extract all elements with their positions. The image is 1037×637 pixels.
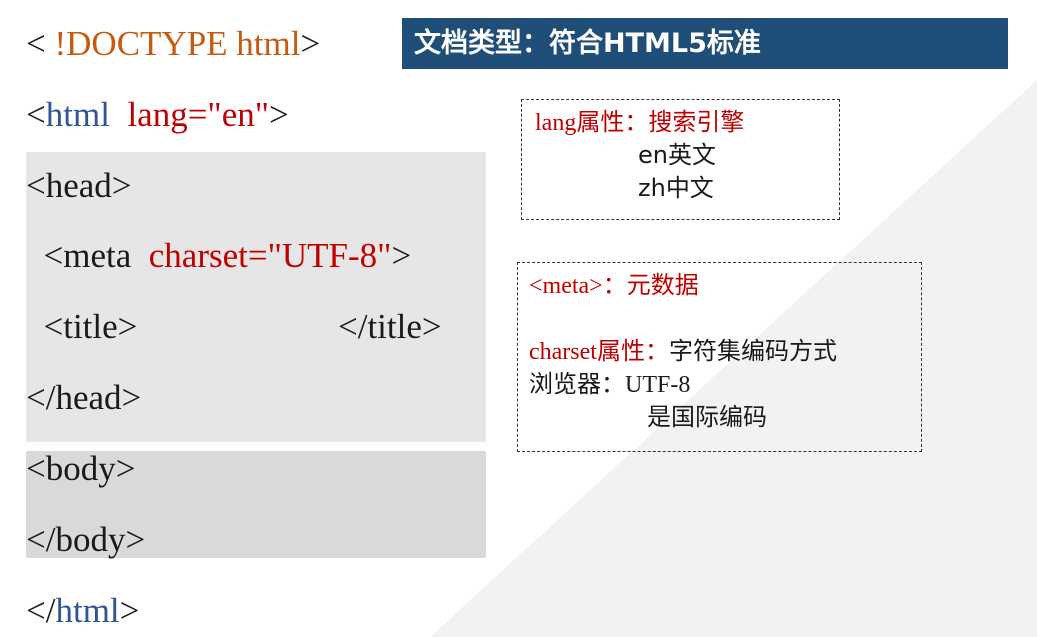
title-close-tag: </title>	[338, 307, 442, 346]
doctype-line: < !DOCTYPE html>	[26, 24, 321, 63]
lang-note-heading: lang属性：搜索引擎	[535, 108, 745, 136]
title-open-tag: <title>	[26, 307, 138, 346]
doctype-banner: 文档类型：符合HTML5标准	[402, 18, 1008, 69]
body-open-line: <body>	[26, 449, 136, 488]
meta-note-standard: 是国际编码	[647, 403, 767, 431]
meta-line: <meta charset="UTF-8">	[26, 236, 412, 275]
lang-note-box: lang属性：搜索引擎 en英文 zh中文	[521, 99, 840, 220]
html-open-line: <html lang="en">	[26, 95, 289, 134]
meta-note-box: <meta>：元数据 charset属性：字符集编码方式 浏览器：UTF-8 是…	[517, 262, 922, 452]
head-close-line: </head>	[26, 378, 142, 417]
meta-note-heading: <meta>：元数据	[529, 271, 699, 299]
lang-note-en: en英文	[638, 141, 716, 169]
meta-note-charset: charset属性：字符集编码方式	[529, 337, 837, 365]
meta-note-browser: 浏览器：UTF-8	[529, 370, 691, 398]
head-open-line: <head>	[26, 166, 132, 205]
lang-note-zh: zh中文	[638, 174, 714, 202]
meta-note-spacer	[529, 302, 921, 335]
banner-text: 文档类型：符合HTML5标准	[414, 28, 761, 59]
html-close-line: </html>	[26, 591, 140, 630]
body-close-line: </body>	[26, 520, 146, 559]
